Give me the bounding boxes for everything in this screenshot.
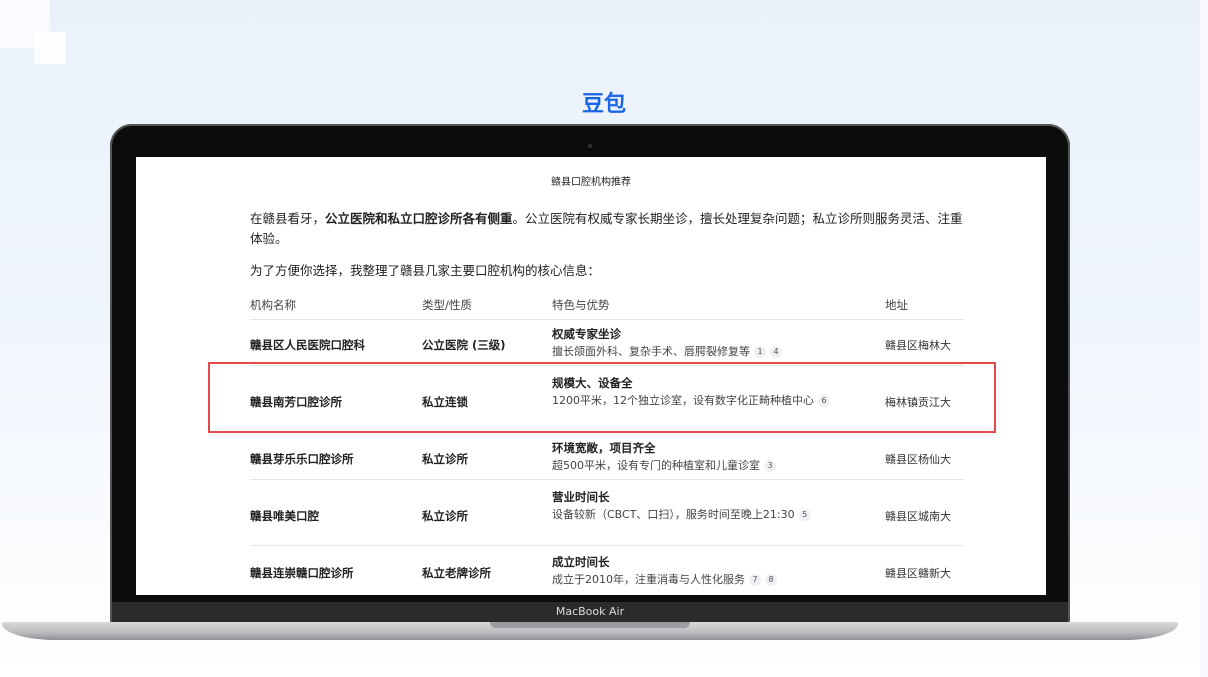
header-type: 类型/性质	[422, 298, 472, 312]
clinic-features: 权威专家坐诊 擅长颌面外科、复杂手术、唇腭裂修复等 1 4	[552, 326, 870, 360]
clinic-name: 赣县区人民医院口腔科	[250, 338, 365, 352]
page-title: 赣县口腔机构推荐	[551, 177, 631, 188]
intro-line: 为了方便你选择，我整理了赣县几家主要口腔机构的核心信息：	[250, 263, 601, 278]
citation-badge[interactable]: 8	[765, 574, 777, 586]
clinic-address: 赣县区杨仙大	[885, 453, 951, 466]
clinic-name: 赣县唯美口腔	[250, 509, 319, 523]
citation-badge[interactable]: 1	[754, 346, 766, 358]
clinic-address: 赣县区赣新大	[885, 567, 951, 580]
divider	[250, 319, 964, 320]
intro-bold: 公立医院和私立口腔诊所各有侧重	[325, 211, 513, 226]
brand-title: 豆包	[581, 92, 626, 117]
laptop-bezel-bottom: MacBook Air	[112, 602, 1068, 624]
clinic-address: 赣县区城南大	[885, 510, 951, 523]
feature-desc: 超500平米，设有专门的种植室和儿童诊室 3	[552, 457, 870, 474]
citation-badge[interactable]: 3	[764, 460, 776, 472]
clinic-name: 赣县连崇赣口腔诊所	[250, 566, 354, 580]
header-address: 地址	[885, 298, 908, 312]
device-label: MacBook Air	[555, 605, 625, 618]
feature-title: 成立时间长	[552, 555, 610, 569]
laptop-notch	[490, 622, 690, 628]
feature-title: 环境宽敞，项目齐全	[552, 441, 656, 455]
divider	[250, 545, 964, 546]
decor-square	[34, 32, 66, 64]
clinic-type: 私立诊所	[422, 452, 468, 466]
clinic-type: 公立医院 (三级)	[422, 338, 506, 352]
citation-badge[interactable]: 4	[770, 346, 782, 358]
clinic-address: 赣县区梅林大	[885, 339, 951, 352]
feature-title: 营业时间长	[552, 490, 610, 504]
divider	[250, 479, 964, 480]
clinic-features: 成立时间长 成立于2010年，注重消毒与人性化服务 7 8	[552, 554, 870, 588]
feature-desc-text: 成立于2010年，注重消毒与人性化服务	[552, 573, 745, 586]
feature-desc-text: 超500平米，设有专门的种植室和儿童诊室	[552, 459, 760, 472]
clinic-features: 环境宽敞，项目齐全 超500平米，设有专门的种植室和儿童诊室 3	[552, 440, 870, 474]
citation-badge[interactable]: 5	[798, 509, 811, 521]
clinic-features: 营业时间长 设备较新（CBCT、口扫），服务时间至晚上21:30 5	[552, 489, 870, 523]
clinic-name: 赣县芽乐乐口腔诊所	[250, 452, 354, 466]
clinic-type: 私立诊所	[422, 509, 468, 523]
header-features: 特色与优势	[552, 298, 610, 312]
highlight-box	[208, 362, 996, 433]
intro-paragraph: 在赣县看牙，公立医院和私立口腔诊所各有侧重。公立医院有权威专家长期坐诊，擅长处理…	[250, 209, 965, 249]
header-name: 机构名称	[250, 298, 296, 312]
camera-icon	[588, 144, 592, 148]
feature-desc-text: 擅长颌面外科、复杂手术、唇腭裂修复等	[552, 345, 750, 358]
feature-desc: 擅长颌面外科、复杂手术、唇腭裂修复等 1 4	[552, 343, 870, 360]
feature-desc: 成立于2010年，注重消毒与人性化服务 7 8	[552, 571, 870, 588]
citation-badge[interactable]: 7	[749, 574, 761, 586]
clinic-type: 私立老牌诊所	[422, 566, 491, 580]
feature-desc-text: 设备较新（CBCT、口扫），服务时间至晚上21:30	[552, 508, 795, 521]
intro-pre: 在赣县看牙，	[250, 211, 326, 226]
feature-desc: 设备较新（CBCT、口扫），服务时间至晚上21:30 5	[552, 506, 870, 523]
feature-title: 权威专家坐诊	[552, 327, 621, 341]
